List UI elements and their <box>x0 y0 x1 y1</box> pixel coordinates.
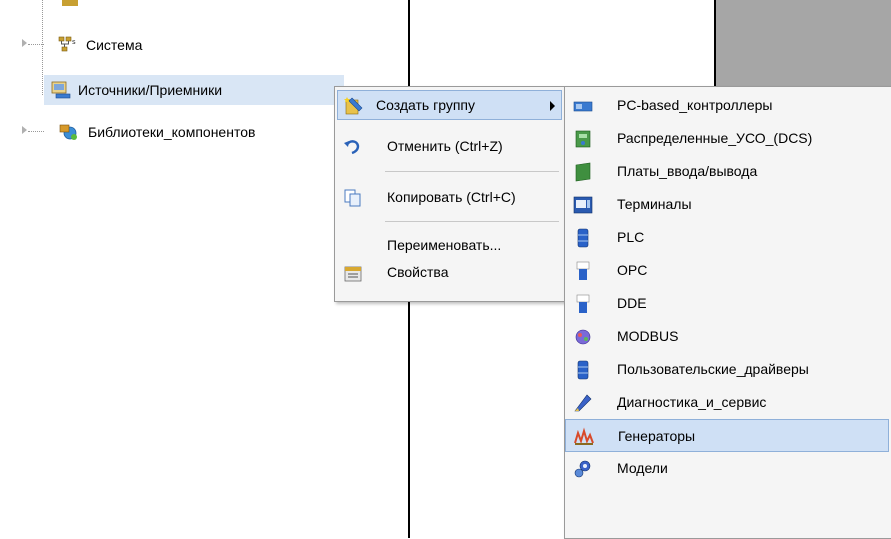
submenu-item-label: Распределенные_УСО_(DCS) <box>617 130 813 146</box>
menu-item-label: Отменить (Ctrl+Z) <box>387 138 503 154</box>
undo-icon <box>343 137 361 155</box>
svg-text:s: s <box>72 38 76 46</box>
menu-separator <box>385 221 559 222</box>
tree-item-label: Источники/Приемники <box>78 82 223 98</box>
tree-icon-top-partial <box>62 0 78 6</box>
create-group-menu-item[interactable]: Создать группу <box>337 90 562 120</box>
create-group-icon <box>344 96 363 115</box>
menu-separator <box>385 171 559 172</box>
rename-menu-item[interactable]: Переименовать... <box>337 232 562 258</box>
submenu-item-generators[interactable]: Генераторы <box>565 419 889 452</box>
network-icon: s <box>58 36 78 54</box>
submenu-item-dde[interactable]: DDE <box>565 287 889 320</box>
io-board-icon <box>573 162 593 182</box>
submenu-item-label: Платы_ввода/вывода <box>617 163 758 179</box>
submenu-arrow-icon <box>550 101 555 111</box>
submenu-item-io-boards[interactable]: Платы_ввода/вывода <box>565 155 889 188</box>
submenu-item-modbus[interactable]: MODBUS <box>565 320 889 353</box>
submenu-item-label: PC-based_контроллеры <box>617 97 773 113</box>
custom-drivers-icon <box>573 360 593 380</box>
tree-item-component-libraries[interactable]: Библиотеки_компонентов <box>58 120 338 144</box>
tree-item-sistema[interactable]: s Система <box>58 33 238 57</box>
menu-item-label: Переименовать... <box>387 237 502 253</box>
submenu-item-diagnostics[interactable]: Диагностика_и_сервис <box>565 386 889 419</box>
tree-item-sources-receivers[interactable]: Источники/Приемники <box>44 75 344 105</box>
expander-icon[interactable] <box>22 126 27 134</box>
submenu-item-label: DDE <box>617 295 647 311</box>
models-icon <box>573 459 593 479</box>
submenu-item-label: MODBUS <box>617 328 679 344</box>
expander-icon[interactable] <box>22 39 27 47</box>
sources-receivers-icon <box>50 80 72 100</box>
submenu-item-dcs[interactable]: Распределенные_УСО_(DCS) <box>565 122 889 155</box>
modbus-icon <box>573 327 593 347</box>
submenu-item-plc[interactable]: PLC <box>565 221 889 254</box>
pc-controller-icon <box>573 96 593 116</box>
menu-item-label: Создать группу <box>376 97 475 113</box>
preview-area <box>716 0 891 86</box>
submenu-item-pc-controllers[interactable]: PC-based_контроллеры <box>565 89 889 122</box>
copy-menu-item[interactable]: Копировать (Ctrl+C) <box>337 182 562 212</box>
properties-icon <box>343 263 362 282</box>
submenu-item-custom-drivers[interactable]: Пользовательские_драйверы <box>565 353 889 386</box>
submenu-item-label: Генераторы <box>618 428 696 444</box>
dde-icon <box>573 294 593 314</box>
dcs-icon <box>573 129 593 149</box>
create-group-submenu: PC-based_контроллеры Распределенные_УСО_… <box>564 86 891 539</box>
tree-item-label: Библиотеки_компонентов <box>88 124 256 140</box>
submenu-item-label: Пользовательские_драйверы <box>617 361 809 377</box>
terminal-icon <box>573 195 593 215</box>
submenu-item-label: OPC <box>617 262 648 278</box>
component-libraries-icon <box>58 122 80 142</box>
submenu-item-label: Модели <box>617 460 668 476</box>
copy-icon <box>343 188 361 207</box>
submenu-item-label: Диагностика_и_сервис <box>617 394 767 410</box>
context-menu: Создать группу Отменить (Ctrl+Z) Копиров… <box>334 86 566 302</box>
opc-icon <box>573 261 593 281</box>
generators-icon <box>574 427 594 447</box>
undo-menu-item[interactable]: Отменить (Ctrl+Z) <box>337 131 562 161</box>
submenu-item-label: Терминалы <box>617 196 692 212</box>
menu-item-label: Свойства <box>387 264 449 280</box>
diagnostics-icon <box>573 393 593 413</box>
submenu-item-terminals[interactable]: Терминалы <box>565 188 889 221</box>
properties-menu-item[interactable]: Свойства <box>337 259 562 285</box>
plc-icon <box>573 228 593 248</box>
menu-item-label: Копировать (Ctrl+C) <box>387 189 516 205</box>
submenu-item-label: PLC <box>617 229 645 245</box>
tree-item-label: Система <box>86 37 143 53</box>
submenu-item-opc[interactable]: OPC <box>565 254 889 287</box>
submenu-item-models[interactable]: Модели <box>565 452 889 485</box>
